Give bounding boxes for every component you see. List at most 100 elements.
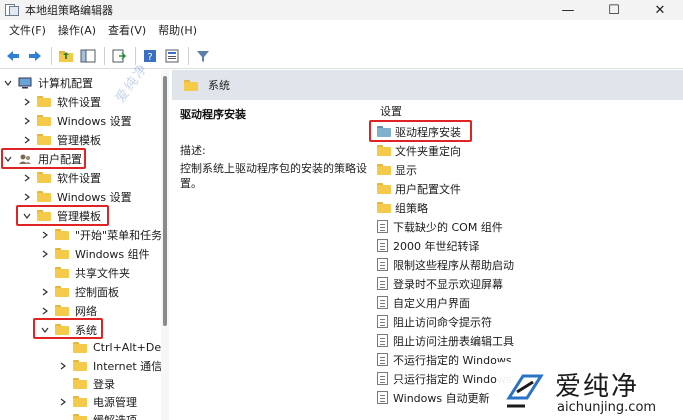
setting-label: 只运行指定的 Windows bbox=[393, 372, 512, 386]
description-pane: 驱动程序安装 描述: 控制系统上驱动程序包的安装的策略设置。 bbox=[180, 106, 370, 191]
highlight-system bbox=[33, 318, 103, 339]
setting-row-welcome-screen[interactable]: 登录时不显示欢迎屏幕 bbox=[377, 274, 503, 293]
chevron-right-icon[interactable] bbox=[22, 116, 32, 126]
setting-row-folder-redirect[interactable]: 文件夹重定向 bbox=[377, 141, 461, 160]
tree-scrollbar[interactable] bbox=[161, 70, 169, 420]
tree-item-uc-software[interactable]: 软件设置 bbox=[22, 168, 101, 187]
menu-help[interactable]: 帮助(H) bbox=[152, 21, 203, 41]
navigation-tree: 计算机配置 软件设置 Windows 设置 管理模板 用户配置 软件设置 Win… bbox=[0, 70, 162, 420]
setting-row-run-only[interactable]: 只运行指定的 Windows bbox=[377, 369, 512, 388]
title-bar: 本地组策略编辑器 — ☐ ✕ bbox=[0, 0, 683, 20]
tree-item-cc-windows[interactable]: Windows 设置 bbox=[22, 111, 132, 130]
description-label: 描述: bbox=[180, 144, 206, 157]
tree-item-logon[interactable]: 登录 bbox=[73, 374, 115, 393]
details-header: 系统 bbox=[172, 70, 683, 100]
chevron-right-icon[interactable] bbox=[58, 397, 68, 407]
chevron-right-icon[interactable] bbox=[40, 306, 50, 316]
tree-label: 缓解选项 bbox=[93, 413, 137, 420]
chevron-right-icon[interactable] bbox=[58, 361, 68, 371]
setting-row-group-policy[interactable]: 组策略 bbox=[377, 198, 428, 217]
tree-item-ctrl-alt-del[interactable]: Ctrl+Alt+De bbox=[73, 338, 161, 357]
up-folder-icon[interactable] bbox=[56, 46, 76, 66]
chevron-right-icon[interactable] bbox=[40, 287, 50, 297]
setting-row-com-components[interactable]: 下载缺少的 COM 组件 bbox=[377, 217, 503, 236]
folder-icon bbox=[37, 172, 51, 183]
back-icon[interactable] bbox=[3, 46, 23, 66]
tree-item-shared-folders[interactable]: 共享文件夹 bbox=[55, 263, 130, 282]
setting-row-display[interactable]: 显示 bbox=[377, 160, 417, 179]
setting-label: 用户配置文件 bbox=[395, 182, 461, 196]
setting-row-dont-run[interactable]: 不运行指定的 Windows bbox=[377, 350, 512, 369]
folder-icon bbox=[73, 378, 87, 389]
setting-label: Windows 自动更新 bbox=[393, 391, 490, 405]
maximize-button[interactable]: ☐ bbox=[591, 0, 637, 20]
forward-icon[interactable] bbox=[25, 46, 45, 66]
watermark-text-en: aichunjing.com bbox=[557, 400, 657, 415]
tree-item-control-panel[interactable]: 控制面板 bbox=[40, 282, 119, 301]
folder-icon bbox=[73, 360, 87, 371]
setting-label: 显示 bbox=[395, 163, 417, 177]
folder-icon bbox=[184, 79, 198, 91]
tree-item-power-mgmt[interactable]: 电源管理 bbox=[58, 392, 137, 411]
tree-item-internet-comm[interactable]: Internet 通信 bbox=[58, 356, 162, 375]
folder-icon bbox=[377, 145, 391, 156]
close-button[interactable]: ✕ bbox=[637, 0, 683, 20]
setting-label: 文件夹重定向 bbox=[395, 144, 461, 158]
setting-label: 2000 年世纪转译 bbox=[393, 239, 480, 253]
tree-item-win-components[interactable]: Windows 组件 bbox=[40, 244, 150, 263]
setting-label: 组策略 bbox=[395, 201, 428, 215]
group-policy-editor-window: 本地组策略编辑器 — ☐ ✕ 文件(F) 操作(A) 查看(V) 帮助(H) ?… bbox=[0, 0, 683, 420]
highlight-driver-install bbox=[369, 120, 472, 142]
highlight-user-config bbox=[1, 148, 86, 169]
properties-icon[interactable] bbox=[162, 46, 182, 66]
setting-label: 限制这些程序从帮助启动 bbox=[393, 258, 514, 272]
menu-file[interactable]: 文件(F) bbox=[3, 21, 52, 41]
svg-text:?: ? bbox=[147, 52, 152, 63]
setting-label: 登录时不显示欢迎屏幕 bbox=[393, 277, 503, 291]
tree-item-computer-config[interactable]: 计算机配置 bbox=[3, 73, 93, 92]
chevron-right-icon[interactable] bbox=[22, 135, 32, 145]
tree-label: "开始"菜单和任务 bbox=[75, 228, 162, 242]
show-hide-tree-icon[interactable] bbox=[78, 46, 98, 66]
setting-label: 阻止访问命令提示符 bbox=[393, 315, 492, 329]
chevron-right-icon[interactable] bbox=[22, 173, 32, 183]
setting-row-registry-tools[interactable]: 阻止访问注册表编辑工具 bbox=[377, 331, 514, 350]
export-list-icon[interactable] bbox=[109, 46, 129, 66]
tree-item-start-menu[interactable]: "开始"菜单和任务 bbox=[40, 225, 162, 244]
policy-icon bbox=[377, 372, 388, 385]
chevron-right-icon[interactable] bbox=[22, 192, 32, 202]
setting-row-century[interactable]: 2000 年世纪转译 bbox=[377, 236, 480, 255]
folder-icon bbox=[73, 414, 87, 420]
tree-label: 登录 bbox=[93, 377, 115, 391]
setting-row-custom-ui[interactable]: 自定义用户界面 bbox=[377, 293, 470, 312]
tree-item-uc-windows[interactable]: Windows 设置 bbox=[22, 187, 132, 206]
setting-row-help-restrict[interactable]: 限制这些程序从帮助启动 bbox=[377, 255, 514, 274]
tree-item-mitigation[interactable]: 缓解选项 bbox=[73, 410, 137, 420]
description-title: 驱动程序安装 bbox=[180, 108, 246, 121]
setting-row-auto-update[interactable]: Windows 自动更新 bbox=[377, 388, 490, 407]
settings-column-header[interactable]: 设置 bbox=[377, 102, 683, 122]
policy-icon bbox=[377, 239, 388, 252]
highlight-admin-templates bbox=[16, 205, 109, 226]
folder-icon bbox=[55, 305, 69, 316]
chevron-right-icon[interactable] bbox=[40, 249, 50, 259]
policy-icon bbox=[377, 391, 388, 404]
tree-label: Ctrl+Alt+De bbox=[93, 341, 162, 354]
chevron-right-icon[interactable] bbox=[22, 97, 32, 107]
tree-item-cc-admin[interactable]: 管理模板 bbox=[22, 130, 101, 149]
setting-row-cmd-prompt[interactable]: 阻止访问命令提示符 bbox=[377, 312, 492, 331]
menu-view[interactable]: 查看(V) bbox=[102, 21, 152, 41]
tree-item-cc-software[interactable]: 软件设置 bbox=[22, 92, 101, 111]
minimize-button[interactable]: — bbox=[545, 0, 591, 20]
chevron-right-icon[interactable] bbox=[40, 230, 50, 240]
folder-icon bbox=[37, 115, 51, 126]
chevron-down-icon[interactable] bbox=[3, 78, 13, 88]
menu-action[interactable]: 操作(A) bbox=[52, 21, 102, 41]
toolbar: ? bbox=[0, 43, 683, 69]
tree-label: 计算机配置 bbox=[38, 76, 93, 90]
setting-label: 不运行指定的 Windows bbox=[393, 353, 512, 367]
setting-row-user-profiles[interactable]: 用户配置文件 bbox=[377, 179, 461, 198]
scrollbar-thumb[interactable] bbox=[163, 76, 167, 326]
filter-icon[interactable] bbox=[193, 46, 213, 66]
tree-label: 控制面板 bbox=[75, 285, 119, 299]
